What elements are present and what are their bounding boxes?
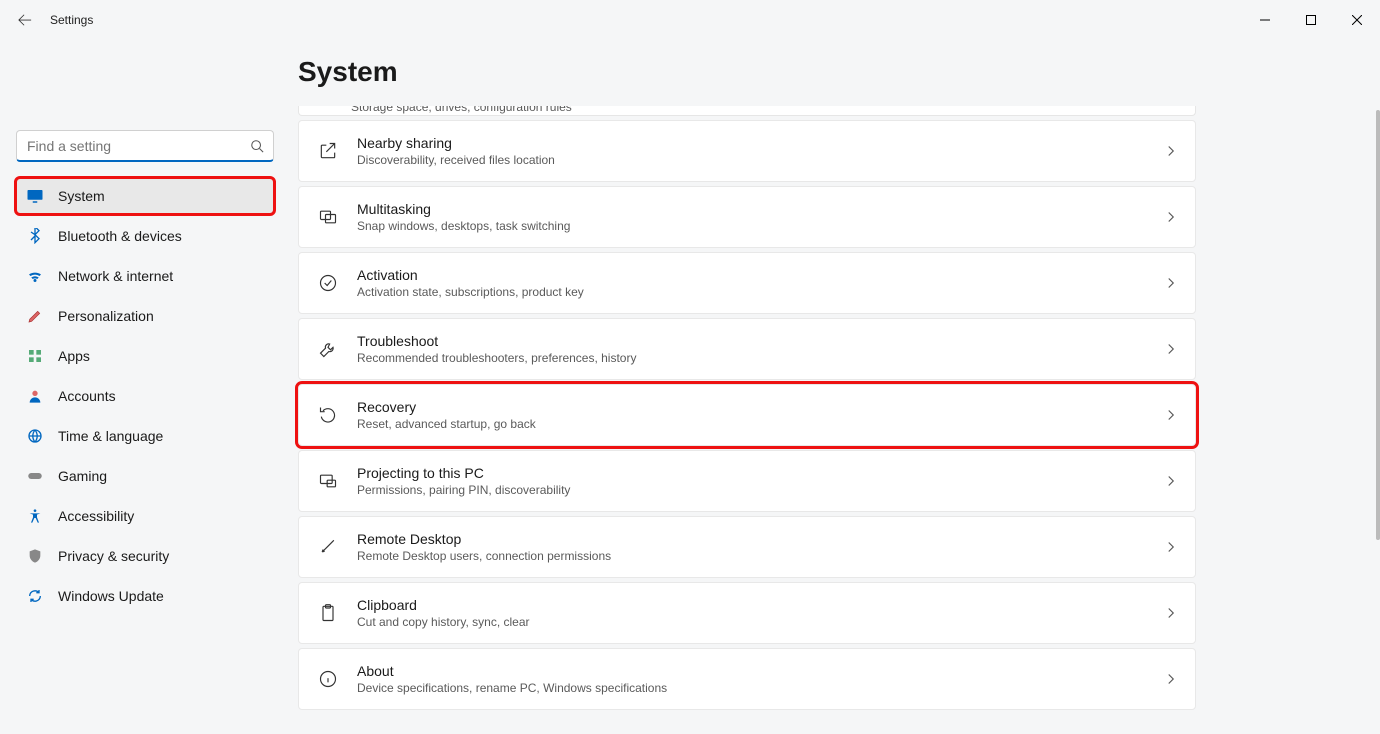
card-sub: Activation state, subscriptions, product… [357, 285, 584, 299]
sidebar: System Bluetooth & devices Network & int… [0, 40, 290, 710]
scrollbar[interactable] [1376, 0, 1380, 730]
chevron-right-icon [1165, 673, 1177, 685]
chevron-right-icon [1165, 409, 1177, 421]
main-content: System Storage space, drives, configurat… [290, 40, 1380, 710]
share-icon [317, 140, 339, 162]
info-icon [317, 668, 339, 690]
card-sub: Reset, advanced startup, go back [357, 417, 536, 431]
card-sub: Recommended troubleshooters, preferences… [357, 351, 636, 365]
card-title: Clipboard [357, 597, 530, 613]
gamepad-icon [26, 467, 44, 485]
card-title: Troubleshoot [357, 333, 636, 349]
multitasking-icon [317, 206, 339, 228]
chevron-right-icon [1165, 277, 1177, 289]
card-title: Recovery [357, 399, 536, 415]
sidebar-item-label: Windows Update [58, 588, 164, 604]
app-title: Settings [50, 13, 93, 27]
person-icon [26, 387, 44, 405]
remote-desktop-icon [317, 536, 339, 558]
minimize-button[interactable] [1242, 0, 1288, 40]
sidebar-item-label: Accounts [58, 388, 116, 404]
sidebar-item-label: Gaming [58, 468, 107, 484]
sidebar-item-privacy[interactable]: Privacy & security [16, 538, 274, 574]
sidebar-item-system[interactable]: System [16, 178, 274, 214]
card-projecting[interactable]: Projecting to this PC Permissions, pairi… [298, 450, 1196, 512]
sidebar-item-network[interactable]: Network & internet [16, 258, 274, 294]
globe-icon [26, 427, 44, 445]
search-wrap [16, 130, 274, 162]
sidebar-item-label: Time & language [58, 428, 163, 444]
sidebar-item-apps[interactable]: Apps [16, 338, 274, 374]
card-about[interactable]: About Device specifications, rename PC, … [298, 648, 1196, 710]
recovery-icon [317, 404, 339, 426]
card-sub: Cut and copy history, sync, clear [357, 615, 530, 629]
sidebar-item-bluetooth[interactable]: Bluetooth & devices [16, 218, 274, 254]
sidebar-item-gaming[interactable]: Gaming [16, 458, 274, 494]
card-sub: Permissions, pairing PIN, discoverabilit… [357, 483, 570, 497]
paintbrush-icon [26, 307, 44, 325]
update-icon [26, 587, 44, 605]
chevron-right-icon [1165, 343, 1177, 355]
card-title: Multitasking [357, 201, 570, 217]
clipboard-icon [317, 602, 339, 624]
sidebar-item-windows-update[interactable]: Windows Update [16, 578, 274, 614]
projecting-icon [317, 470, 339, 492]
accessibility-icon [26, 507, 44, 525]
apps-icon [26, 347, 44, 365]
sidebar-item-personalization[interactable]: Personalization [16, 298, 274, 334]
bluetooth-icon [26, 227, 44, 245]
card-sub: Storage space, drives, configuration rul… [351, 106, 572, 114]
sidebar-item-label: Bluetooth & devices [58, 228, 182, 244]
monitor-icon [26, 187, 44, 205]
close-button[interactable] [1334, 0, 1380, 40]
maximize-button[interactable] [1288, 0, 1334, 40]
chevron-right-icon [1165, 211, 1177, 223]
card-sub: Device specifications, rename PC, Window… [357, 681, 667, 695]
card-activation[interactable]: Activation Activation state, subscriptio… [298, 252, 1196, 314]
chevron-right-icon [1165, 145, 1177, 157]
wrench-icon [317, 338, 339, 360]
window-controls [1242, 0, 1380, 40]
card-sub: Discoverability, received files location [357, 153, 555, 167]
sidebar-item-label: Apps [58, 348, 90, 364]
scrollbar-thumb[interactable] [1376, 110, 1380, 540]
wifi-icon [26, 267, 44, 285]
card-sub: Snap windows, desktops, task switching [357, 219, 570, 233]
sidebar-item-accounts[interactable]: Accounts [16, 378, 274, 414]
page-title: System [298, 56, 1350, 88]
sidebar-item-label: Personalization [58, 308, 154, 324]
card-storage-partial[interactable]: Storage space, drives, configuration rul… [298, 106, 1196, 116]
card-sub: Remote Desktop users, connection permiss… [357, 549, 611, 563]
card-title: Projecting to this PC [357, 465, 570, 481]
chevron-right-icon [1165, 541, 1177, 553]
nav-list: System Bluetooth & devices Network & int… [16, 178, 274, 614]
check-circle-icon [317, 272, 339, 294]
card-title: Remote Desktop [357, 531, 611, 547]
search-icon [250, 139, 264, 153]
back-button[interactable] [18, 13, 32, 27]
sidebar-item-label: Network & internet [58, 268, 173, 284]
sidebar-item-label: Privacy & security [58, 548, 169, 564]
card-recovery[interactable]: Recovery Reset, advanced startup, go bac… [298, 384, 1196, 446]
card-title: Nearby sharing [357, 135, 555, 151]
sidebar-item-label: Accessibility [58, 508, 134, 524]
chevron-right-icon [1165, 607, 1177, 619]
search-input[interactable] [16, 130, 274, 162]
card-title: Activation [357, 267, 584, 283]
card-troubleshoot[interactable]: Troubleshoot Recommended troubleshooters… [298, 318, 1196, 380]
card-multitasking[interactable]: Multitasking Snap windows, desktops, tas… [298, 186, 1196, 248]
card-nearby-sharing[interactable]: Nearby sharing Discoverability, received… [298, 120, 1196, 182]
sidebar-item-label: System [58, 188, 105, 204]
card-clipboard[interactable]: Clipboard Cut and copy history, sync, cl… [298, 582, 1196, 644]
sidebar-item-accessibility[interactable]: Accessibility [16, 498, 274, 534]
settings-list: Storage space, drives, configuration rul… [298, 106, 1196, 710]
card-remote-desktop[interactable]: Remote Desktop Remote Desktop users, con… [298, 516, 1196, 578]
sidebar-item-time-language[interactable]: Time & language [16, 418, 274, 454]
shield-icon [26, 547, 44, 565]
chevron-right-icon [1165, 475, 1177, 487]
titlebar: Settings [0, 0, 1380, 40]
card-title: About [357, 663, 667, 679]
